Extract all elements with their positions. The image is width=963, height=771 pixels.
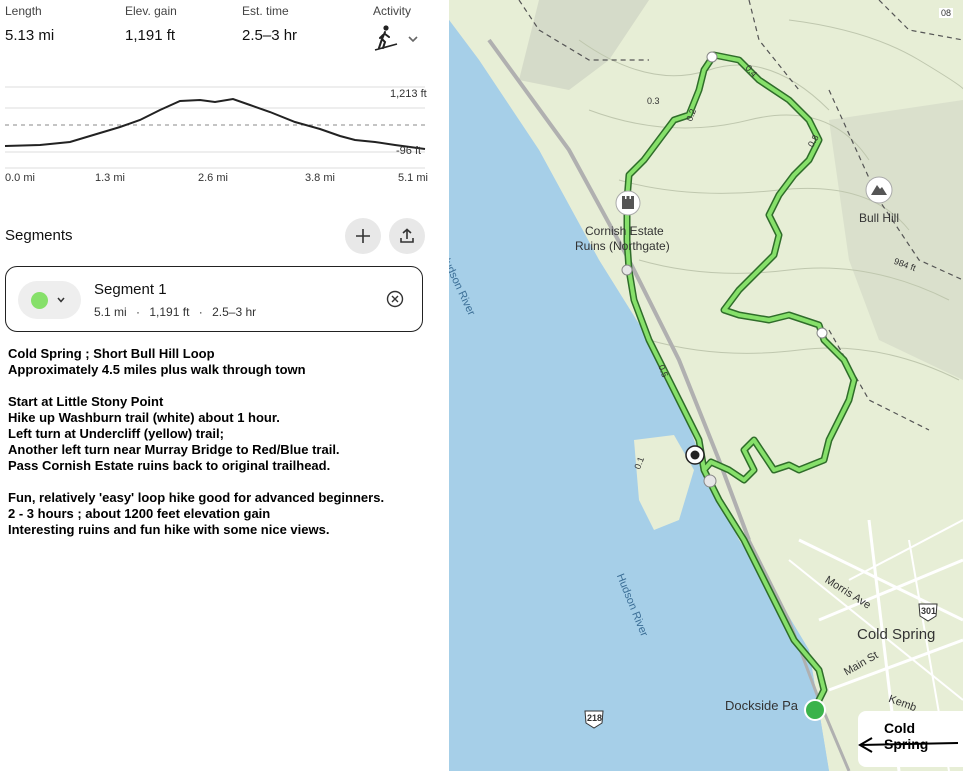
segment-meta: 5.1 mi · 1,191 ft · 2.5–3 hr [94,305,256,319]
add-segment-button[interactable] [345,218,381,254]
route-notes: Cold Spring ; Short Bull Hill Loop Appro… [8,346,446,538]
ruins-icon[interactable] [615,190,641,216]
note-line: 2 - 3 hours ; about 1200 feet elevation … [8,506,271,521]
x-tick-label: 1.3 mi [95,172,125,184]
export-button[interactable] [389,218,425,254]
annotation-box: Cold Spring [858,711,963,767]
activity-label: Activity [373,4,412,18]
x-tick-label: 2.6 mi [198,172,228,184]
map-canvas [449,0,963,771]
note-line: Interesting ruins and fun hike with some… [8,522,330,537]
est-time-value: 2.5–3 hr [242,27,298,44]
note-line: Fun, relatively 'easy' loop hike good fo… [8,490,385,505]
route-218-label: 218 [587,713,603,723]
segment-color-picker[interactable] [18,281,81,319]
poi-label-cornish: Ruins (Northgate) [575,239,670,253]
segment-color-dot [31,292,48,309]
segments-title: Segments [5,227,73,244]
note-line: Start at Little Stony Point [8,394,164,409]
dockside-label: Dockside Pa [725,698,798,713]
note-line: Hike up Washburn trail (white) about 1 h… [8,410,280,425]
segment-name: Segment 1 [94,281,167,298]
poi-label-bull-hill: Bull Hill [859,211,900,225]
separator-dot: · [136,305,141,319]
elevation-profile [4,86,426,169]
note-line: Another left turn near Murray Bridge to … [8,442,340,457]
note-line: Approximately 4.5 miles plus walk throug… [8,362,306,377]
note-line: Cold Spring ; Short Bull Hill Loop [8,346,215,361]
separator-dot: · [198,305,203,319]
plus-icon [356,229,370,243]
route-panel: Length 5.13 mi Elev. gain 1,191 ft Est. … [0,0,449,771]
segment-time: 2.5–3 hr [212,305,257,319]
route-node-marker[interactable] [684,444,706,466]
distance-marker: 0.3 [647,96,660,106]
note-line [8,474,446,490]
hiking-icon [374,25,398,51]
activity-dropdown[interactable] [371,24,423,54]
segment-distance: 5.1 mi [94,305,127,319]
elev-gain-value: 1,191 ft [125,27,176,44]
note-line [8,378,446,394]
chevron-down-icon [408,36,418,43]
map-view[interactable]: 301 218 Cornish Estate Ruins (Northgate)… [449,0,963,771]
elev-min-label: -96 ft [396,145,422,157]
length-label: Length [5,4,42,18]
remove-segment-icon[interactable] [386,290,404,308]
town-label: Cold Spring [857,626,936,643]
start-marker[interactable] [803,698,827,722]
elev-max-label: 1,213 ft [390,88,427,100]
est-time-label: Est. time [242,4,289,18]
poi-label-cornish: Cornish Estate [585,224,664,238]
segment-elevation: 1,191 ft [149,305,190,319]
segment-card[interactable]: Segment 1 5.1 mi · 1,191 ft · 2.5–3 hr [5,266,423,332]
length-value: 5.13 mi [5,27,55,44]
arrow-left-icon [858,737,959,753]
note-line: Left turn at Undercliff (yellow) trail; [8,426,224,441]
elev-gain-label: Elev. gain [125,4,177,18]
peak-icon[interactable] [865,176,893,204]
elevation-line [4,97,426,150]
x-tick-label: 0.0 mi [5,172,35,184]
distance-marker: 08 [939,8,954,18]
route-301-label: 301 [921,606,937,616]
chevron-down-icon [57,297,65,303]
upload-icon [400,228,414,243]
note-line: Pass Cornish Estate ruins back to origin… [8,458,331,473]
x-tick-label: 3.8 mi [305,172,335,184]
x-tick-label: 5.1 mi [398,172,428,184]
